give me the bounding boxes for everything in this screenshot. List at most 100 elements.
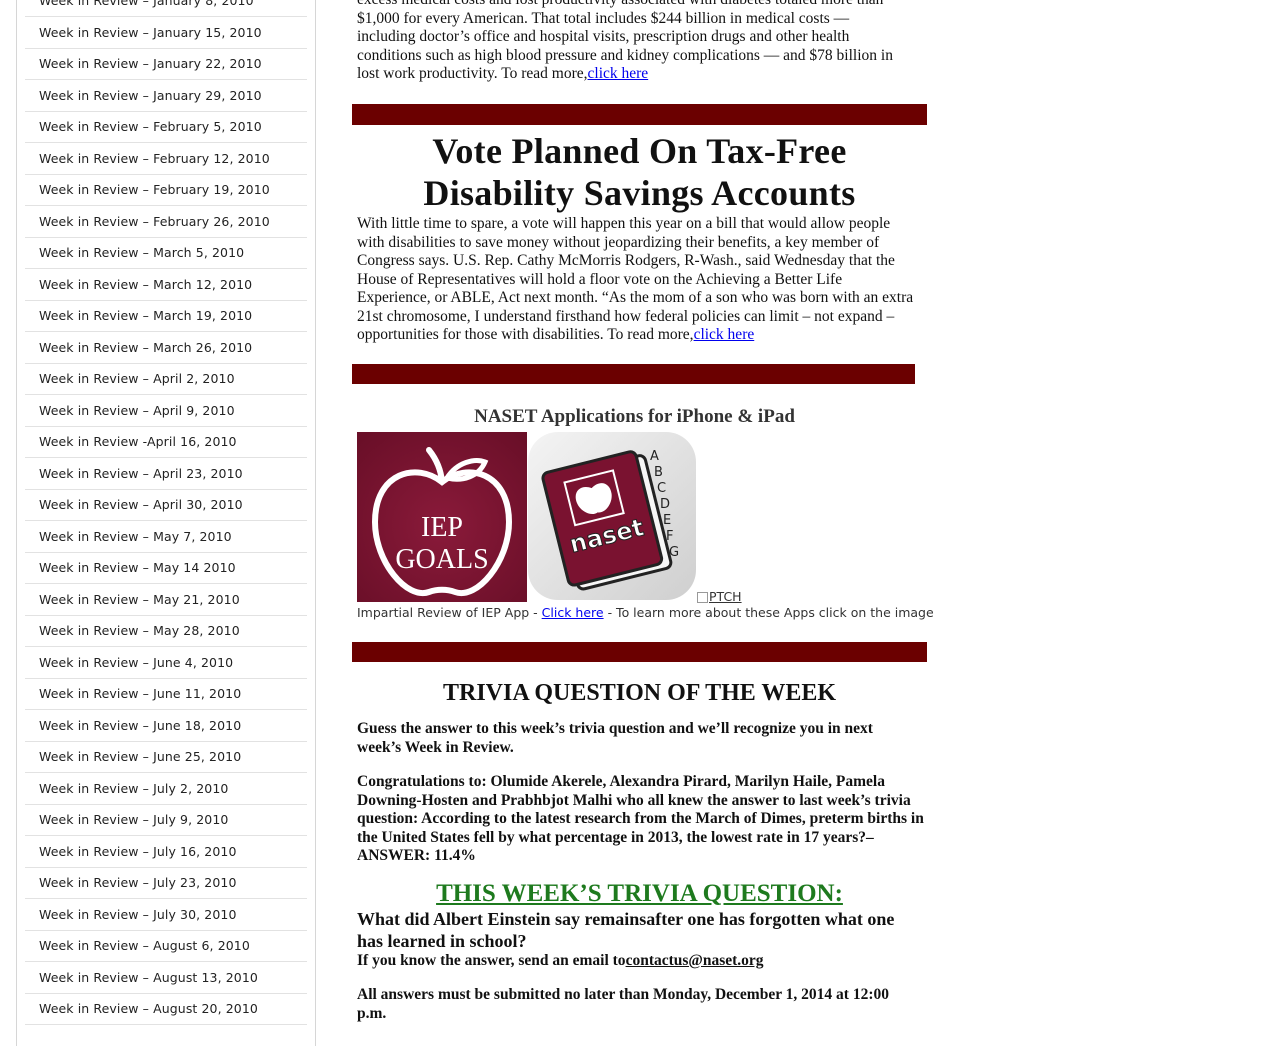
this-week-trivia-heading: THIS WEEK’S TRIVIA QUESTION:: [436, 880, 843, 907]
archive-list-item: Week in Review – January 15, 2010: [25, 18, 307, 49]
archive-list-item: Week in Review – August 6, 2010: [25, 931, 307, 962]
able-headline: Vote Planned On Tax-Free Disability Savi…: [352, 130, 927, 214]
archive-list-item: Week in Review – January 22, 2010: [25, 49, 307, 80]
trivia-question: What did Albert Einstein say remainsafte…: [357, 909, 895, 951]
archive-list-item: Week in Review – February 26, 2010: [25, 207, 307, 238]
archive-list-item: Week in Review – June 25, 2010: [25, 742, 307, 773]
apps-title: NASET Applications for iPhone & iPad: [474, 406, 795, 427]
able-headline-line2: Disability Savings Accounts: [423, 173, 856, 213]
diabetes-line: including doctor’s office and hospital v…: [357, 28, 850, 45]
archive-list-item: Week in Review – March 26, 2010: [25, 333, 307, 364]
naset-dictionary-app-icon[interactable]: naset A B C D E F G: [528, 432, 696, 600]
trivia-intro: Guess the answer to this week’s trivia q…: [357, 720, 873, 756]
archive-link[interactable]: Week in Review – July 16, 2010: [39, 844, 237, 859]
book-tab-letter: B: [654, 465, 663, 480]
book-tab-letter: E: [663, 513, 671, 528]
broken-image-icon: [697, 592, 708, 603]
archive-link[interactable]: Week in Review – April 9, 2010: [39, 403, 235, 418]
apps-caption: Impartial Review of IEP App - Click here…: [357, 605, 934, 620]
book-tab-letter: F: [666, 529, 673, 544]
able-headline-line1: Vote Planned On Tax-Free: [432, 131, 847, 171]
archive-link[interactable]: Week in Review – May 21, 2010: [39, 592, 240, 607]
book-tab-letter: C: [657, 481, 666, 496]
archive-list-item: Week in Review – July 16, 2010: [25, 837, 307, 868]
archive-list-item: Week in Review -April 16, 2010: [25, 427, 307, 458]
archive-link[interactable]: Week in Review – January 29, 2010: [39, 88, 262, 103]
send-email-text: If you know the answer, send an email to: [357, 952, 626, 969]
section-divider-bar: [352, 364, 915, 384]
archive-link[interactable]: Week in Review – March 26, 2010: [39, 340, 252, 355]
diabetes-line: $1,000 for every American. That total in…: [357, 9, 850, 27]
archive-list-item: Week in Review – May 14 2010: [25, 553, 307, 584]
archive-list-item: Week in Review – April 30, 2010: [25, 490, 307, 521]
able-read-more-link[interactable]: click here: [694, 326, 755, 343]
archive-link[interactable]: Week in Review – March 12, 2010: [39, 277, 252, 292]
able-article-body: With little time to spare, a vote will h…: [357, 215, 917, 345]
archive-link[interactable]: Week in Review – May 28, 2010: [39, 623, 240, 638]
archive-list-item: Week in Review – July 9, 2010: [25, 805, 307, 836]
iep-goals-app-icon[interactable]: IEP GOALS: [357, 432, 527, 602]
ptch-broken-image-link[interactable]: PTCH: [697, 589, 742, 604]
archive-list-item: Week in Review – April 9, 2010: [25, 396, 307, 427]
book-tab-letter: A: [650, 449, 659, 464]
archive-sidebar: Week in Review – January 8, 2010 Week in …: [16, 0, 316, 1046]
archive-list-item: Week in Review – June 4, 2010: [25, 648, 307, 679]
ptch-alt-text: PTCH: [709, 589, 742, 604]
diabetes-line: conditions such as high blood pressure a…: [357, 46, 893, 64]
archive-link[interactable]: Week in Review – April 2, 2010: [39, 371, 235, 386]
archive-link[interactable]: Week in Review – August 20, 2010: [39, 1001, 258, 1016]
iep-text: IEP: [421, 512, 463, 543]
diabetes-line: excess medical costs and lost productivi…: [357, 0, 922, 10]
archive-list-item: Week in Review – February 5, 2010: [25, 112, 307, 143]
archive-list-item: Week in Review – May 28, 2010: [25, 616, 307, 647]
archive-link[interactable]: Week in Review -April 16, 2010: [39, 434, 237, 449]
diabetes-article-text: excess medical costs and lost productivi…: [357, 0, 922, 84]
archive-list-item: Week in Review – January 8, 2010: [25, 0, 307, 17]
archive-link[interactable]: Week in Review – July 30, 2010: [39, 907, 237, 922]
iep-goals-apple-icon: IEP GOALS: [357, 432, 527, 602]
archive-link[interactable]: Week in Review – May 7, 2010: [39, 529, 232, 544]
trivia-heading: TRIVIA QUESTION OF THE WEEK: [443, 680, 836, 706]
able-article-text: With little time to spare, a vote will h…: [357, 215, 914, 343]
archive-list-item: Week in Review – August 20, 2010: [25, 994, 307, 1025]
naset-book-icon: naset A B C D E F G: [528, 432, 696, 600]
archive-link[interactable]: Week in Review – June 25, 2010: [39, 749, 241, 764]
archive-list-item: Week in Review – June 18, 2010: [25, 711, 307, 742]
archive-list-item: Week in Review – March 12, 2010: [25, 270, 307, 301]
archive-link[interactable]: Week in Review – August 13, 2010: [39, 970, 258, 985]
archive-link[interactable]: Week in Review – February 5, 2010: [39, 119, 262, 134]
archive-list-item: Week in Review – January 29, 2010: [25, 81, 307, 112]
archive-link[interactable]: Week in Review – January 22, 2010: [39, 56, 262, 71]
archive-list-item: Week in Review – May 7, 2010: [25, 522, 307, 553]
archive-link[interactable]: Week in Review – March 19, 2010: [39, 308, 252, 323]
archive-link[interactable]: Week in Review – June 18, 2010: [39, 718, 241, 733]
book-tab-letter: G: [669, 545, 679, 560]
archive-link[interactable]: Week in Review – April 23, 2010: [39, 466, 243, 481]
main-content: excess medical costs and lost productivi…: [352, 0, 934, 1024]
archive-link[interactable]: Week in Review – August 6, 2010: [39, 938, 250, 953]
archive-link[interactable]: Week in Review – February 19, 2010: [39, 182, 270, 197]
goals-text: GOALS: [395, 544, 488, 575]
section-divider-bar: [352, 642, 927, 662]
archive-link[interactable]: Week in Review – April 30, 2010: [39, 497, 243, 512]
archive-link[interactable]: Week in Review – July 2, 2010: [39, 781, 228, 796]
archive-list-item: Week in Review – June 11, 2010: [25, 679, 307, 710]
archive-link[interactable]: Week in Review – June 11, 2010: [39, 686, 241, 701]
book-tab-letter: D: [660, 497, 670, 512]
archive-link[interactable]: Week in Review – February 12, 2010: [39, 151, 270, 166]
archive-list-item: Week in Review – March 19, 2010: [25, 301, 307, 332]
archive-link[interactable]: Week in Review – March 5, 2010: [39, 245, 244, 260]
archive-link[interactable]: Week in Review – May 14 2010: [39, 560, 236, 575]
iep-review-link[interactable]: Click here: [542, 605, 604, 620]
archive-list-item: Week in Review – May 21, 2010: [25, 585, 307, 616]
diabetes-read-more-link[interactable]: click here: [588, 65, 649, 82]
archive-link[interactable]: Week in Review – July 23, 2010: [39, 875, 237, 890]
archive-link[interactable]: Week in Review – June 4, 2010: [39, 655, 233, 670]
archive-list-item: Week in Review – July 2, 2010: [25, 774, 307, 805]
archive-link[interactable]: Week in Review – February 26, 2010: [39, 214, 270, 229]
contact-email-link[interactable]: contactus@naset.org: [626, 952, 764, 969]
archive-link[interactable]: Week in Review – January 8, 2010: [39, 0, 254, 8]
archive-link[interactable]: Week in Review – January 15, 2010: [39, 25, 262, 40]
archive-list-item: Week in Review – August 13, 2010: [25, 963, 307, 994]
archive-link[interactable]: Week in Review – July 9, 2010: [39, 812, 228, 827]
